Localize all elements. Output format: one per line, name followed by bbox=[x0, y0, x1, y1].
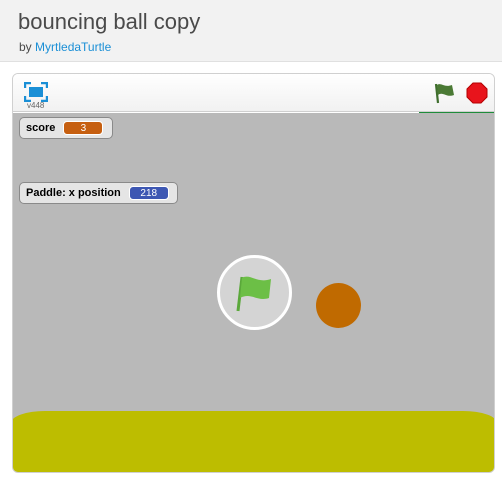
scratch-player: v448 score 3 Paddle: x position 218 bbox=[12, 73, 495, 473]
green-flag-icon bbox=[236, 276, 271, 311]
start-green-flag-button[interactable] bbox=[217, 255, 292, 330]
player-controls: v448 bbox=[13, 74, 494, 116]
paddle-x-value: 218 bbox=[128, 186, 169, 200]
score-label: score bbox=[26, 122, 56, 134]
ball-sprite bbox=[316, 283, 361, 328]
ground-sprite bbox=[13, 411, 494, 472]
author-link[interactable]: MyrtledaTurtle bbox=[35, 40, 111, 54]
project-byline: by MyrtledaTurtle bbox=[19, 40, 111, 54]
stop-icon[interactable] bbox=[466, 82, 488, 104]
paddle-x-monitor: Paddle: x position 218 bbox=[19, 182, 178, 204]
project-header: bouncing ball copy by MyrtledaTurtle bbox=[0, 0, 502, 62]
stage[interactable]: score 3 Paddle: x position 218 bbox=[13, 113, 494, 472]
score-value: 3 bbox=[63, 121, 104, 135]
fullscreen-icon[interactable] bbox=[23, 81, 49, 103]
paddle-x-label: Paddle: x position bbox=[26, 187, 121, 199]
project-title: bouncing ball copy bbox=[18, 9, 201, 34]
by-label: by bbox=[19, 40, 32, 54]
green-flag-icon[interactable] bbox=[432, 81, 456, 105]
score-monitor: score 3 bbox=[19, 117, 113, 139]
version-label: v448 bbox=[27, 101, 45, 110]
